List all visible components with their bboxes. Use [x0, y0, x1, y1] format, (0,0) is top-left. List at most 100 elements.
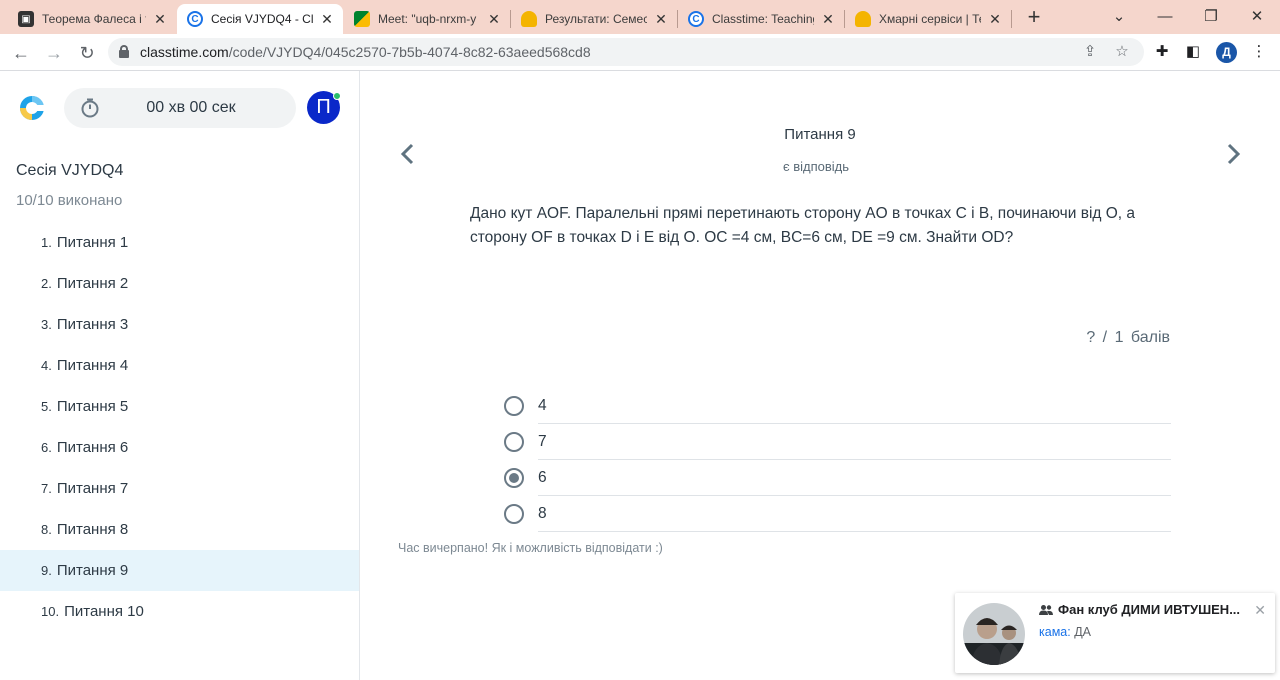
tab-separator	[1011, 10, 1012, 28]
answer-option-selected[interactable]: 6	[504, 460, 1171, 496]
question-label: Питання 1	[56, 234, 129, 251]
question-item-6[interactable]: 6. Питання 6	[0, 427, 359, 468]
timer-value: 00 хв 00 сек	[146, 99, 236, 116]
classtime-icon: C	[688, 11, 704, 27]
question-number: 5.	[41, 399, 52, 414]
question-number: 3.	[41, 317, 52, 332]
restore-icon[interactable]: ❐	[1188, 4, 1234, 30]
notification-title: Фан клуб ДИМИ ИВТУШЕН...	[1039, 602, 1240, 617]
forward-icon[interactable]: →	[41, 40, 67, 66]
browser-tab-active[interactable]: C Сесія VJYDQ4 - Cla ✕	[177, 4, 343, 34]
notification-body: ДА	[1074, 625, 1092, 639]
address-bar[interactable]: classtime.com/code/VJYDQ4/045c2570-7b5b-…	[108, 38, 1144, 66]
bookmark-star-icon[interactable]: ☆	[1113, 43, 1131, 61]
notification-message: кама: ДА	[1039, 625, 1091, 639]
question-item-7[interactable]: 7. Питання 7	[0, 468, 359, 509]
question-label: Питання 7	[56, 480, 129, 497]
answer-option[interactable]: 4	[504, 388, 1171, 424]
tab-title: Meet: "uqb-nrxm-y	[378, 12, 477, 26]
chat-notification[interactable]: Фан клуб ДИМИ ИВТУШЕН... кама: ДА ✕	[955, 593, 1275, 673]
question-list: 1. Питання 1 2. Питання 2 3. Питання 3 4. Пи…	[0, 222, 359, 632]
browser-tab[interactable]: Результати: Семест ✕	[511, 4, 677, 34]
notification-avatar	[963, 603, 1025, 665]
meet-icon	[354, 11, 370, 27]
tab-title: Хмарні сервіси | Те	[879, 12, 981, 26]
window-close-icon[interactable]: ✕	[1234, 4, 1280, 30]
share-icon[interactable]: ⇪	[1081, 43, 1099, 61]
question-number: 2.	[41, 276, 52, 291]
question-item-9-active[interactable]: 9. Питання 9	[0, 550, 359, 591]
question-status: є відповідь	[782, 159, 850, 174]
question-item-5[interactable]: 5. Питання 5	[0, 386, 359, 427]
close-icon[interactable]: ✕	[152, 11, 168, 28]
chevron-right-icon[interactable]	[1221, 142, 1245, 166]
student-avatar[interactable]: П	[307, 91, 341, 124]
question-number: 10.	[41, 604, 60, 619]
menu-kebab-icon[interactable]: ⋮	[1249, 42, 1269, 62]
browser-tab[interactable]: ▣ Теорема Фалеса і т ✕	[8, 4, 176, 34]
close-icon[interactable]: ✕	[319, 11, 335, 28]
address-url[interactable]: classtime.com/code/VJYDQ4/045c2570-7b5b-…	[140, 44, 591, 60]
close-icon[interactable]: ✕	[1254, 602, 1266, 619]
tab-title: Теорема Фалеса і т	[42, 12, 146, 26]
notification-title-text: Фан клуб ДИМИ ИВТУШЕН...	[1058, 602, 1241, 617]
radio-button[interactable]	[504, 396, 524, 416]
tab-title: Сесія VJYDQ4 - Cla	[211, 12, 313, 26]
online-status-dot	[333, 92, 341, 100]
profile-avatar[interactable]: Д	[1216, 42, 1237, 63]
question-item-1[interactable]: 1. Питання 1	[0, 222, 359, 263]
side-panel-icon[interactable]: ◧	[1183, 42, 1203, 62]
extensions-icon[interactable]: ✚	[1152, 42, 1172, 62]
close-icon[interactable]: ✕	[987, 11, 1003, 28]
answer-label: 8	[538, 496, 1171, 532]
question-label: Питання 10	[64, 603, 144, 620]
answer-label: 6	[538, 460, 1171, 496]
question-text: Дано кут AOF. Паралельні прямі перетинаю…	[470, 205, 1136, 246]
url-path: /code/VJYDQ4/045c2570-7b5b-4074-8c82-63a…	[228, 44, 591, 60]
back-icon[interactable]: ←	[8, 40, 34, 66]
question-panel: Питання 9 є відповідь Дано кут AOF. Пара…	[360, 71, 1280, 680]
minimize-icon[interactable]: —	[1142, 4, 1188, 30]
browser-tab[interactable]: C Classtime: Teaching ✕	[678, 4, 844, 34]
browser-tab[interactable]: Хмарні сервіси | Те ✕	[845, 4, 1011, 34]
question-item-10[interactable]: 10. Питання 10	[0, 591, 359, 632]
question-label: Питання 4	[56, 357, 129, 374]
question-label: Питання 2	[56, 275, 129, 292]
question-item-2[interactable]: 2. Питання 2	[0, 263, 359, 304]
close-icon[interactable]: ✕	[653, 11, 669, 28]
close-icon[interactable]: ✕	[820, 11, 836, 28]
radio-button[interactable]	[504, 432, 524, 452]
question-number: 9.	[41, 563, 52, 578]
question-number: 7.	[41, 481, 52, 496]
radio-button-checked[interactable]	[504, 468, 524, 488]
browser-tab-strip: ▣ Теорема Фалеса і т ✕ C Сесія VJYDQ4 - …	[0, 0, 1280, 34]
question-label: Питання 6	[56, 439, 129, 456]
app-icon: ▣	[18, 11, 34, 27]
question-label: Питання 8	[56, 521, 129, 538]
question-item-4[interactable]: 4. Питання 4	[0, 345, 359, 386]
radio-button[interactable]	[504, 504, 524, 524]
question-number: 1.	[41, 235, 52, 250]
question-item-8[interactable]: 8. Питання 8	[0, 509, 359, 550]
score-label: ? / 1 балів	[1086, 329, 1170, 346]
question-title: Питання 9	[784, 126, 856, 143]
progress-text: 10/10 виконано	[16, 192, 123, 209]
browser-tab[interactable]: Meet: "uqb-nrxm-y ✕	[344, 4, 510, 34]
new-tab-icon[interactable]: +	[1022, 6, 1046, 30]
reload-icon[interactable]: ↻	[74, 40, 100, 66]
tab-search-icon[interactable]: ⌄	[1096, 4, 1142, 30]
answer-option[interactable]: 8	[504, 496, 1171, 532]
tab-title: Результати: Семест	[545, 12, 647, 26]
answer-option[interactable]: 7	[504, 424, 1171, 460]
question-item-3[interactable]: 3. Питання 3	[0, 304, 359, 345]
question-number: 4.	[41, 358, 52, 373]
answer-label: 7	[538, 424, 1171, 460]
notification-sender: кама:	[1039, 625, 1071, 639]
classtime-icon: C	[187, 11, 203, 27]
close-icon[interactable]: ✕	[486, 11, 502, 28]
student-initial: П	[316, 96, 331, 118]
answer-options: 4 7 6 8	[504, 388, 1171, 532]
question-number: 8.	[41, 522, 52, 537]
lock-icon	[119, 45, 129, 58]
url-domain: classtime.com	[140, 44, 229, 60]
